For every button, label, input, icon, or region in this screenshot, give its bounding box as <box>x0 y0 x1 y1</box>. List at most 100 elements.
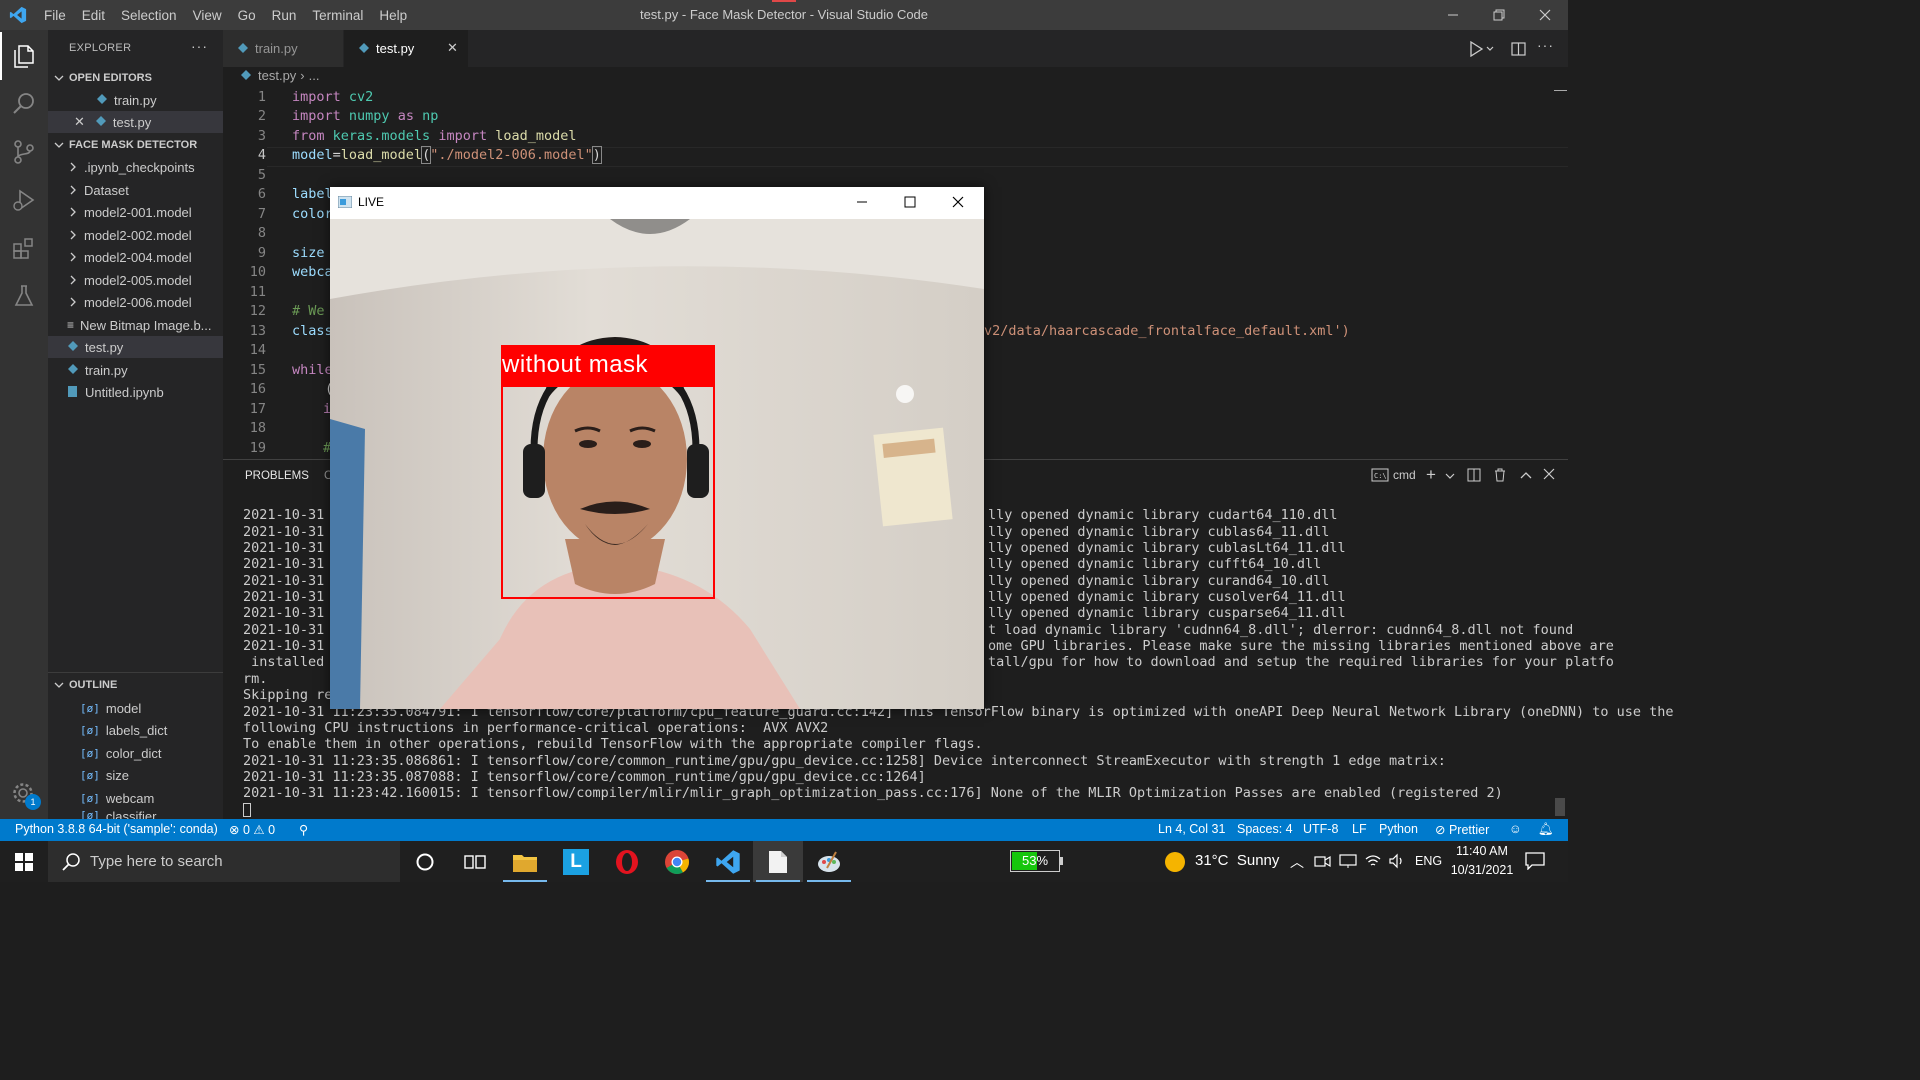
tab-label: train.py <box>255 41 298 56</box>
live-maximize-button[interactable] <box>904 196 916 211</box>
breadcrumb: test.py › ... <box>240 68 319 83</box>
extensions-button[interactable] <box>0 224 48 272</box>
split-editor-button[interactable] <box>1511 41 1527 60</box>
outline-item[interactable]: [ø] size <box>48 764 223 786</box>
folder-item[interactable]: model2-002.model <box>48 224 223 246</box>
volume-icon[interactable] <box>1388 853 1406 872</box>
new-terminal-icon[interactable]: + <box>1426 465 1436 485</box>
clock-time[interactable]: 11:40 AM <box>1447 844 1517 858</box>
keyword: import <box>292 108 341 124</box>
live-minimize-button[interactable] <box>856 195 868 210</box>
chevron-down-icon[interactable] <box>1445 469 1455 484</box>
live-share-icon[interactable]: ⚲ <box>299 822 308 837</box>
chevron-up-icon[interactable] <box>1520 469 1532 484</box>
indentation[interactable]: Spaces: 4 <box>1237 822 1293 836</box>
restore-button[interactable] <box>1476 0 1522 30</box>
live-window-app[interactable] <box>753 841 803 882</box>
cursor-position[interactable]: Ln 4, Col 31 <box>1158 822 1225 836</box>
breadcrumb-symbol[interactable]: ... <box>309 68 320 83</box>
prettier-status[interactable]: ⊘ Prettier <box>1435 822 1489 837</box>
trash-icon[interactable] <box>1493 468 1507 485</box>
split-terminal-icon[interactable] <box>1467 468 1481 485</box>
line-number: 2 <box>257 108 266 124</box>
notebook-file-icon <box>68 386 77 397</box>
line-ending[interactable]: LF <box>1352 822 1367 836</box>
chevron-down-icon <box>54 75 64 81</box>
chrome-app[interactable] <box>652 841 702 882</box>
open-editor-item-active[interactable]: ✕ test.py <box>48 111 223 133</box>
terminal-line: lly opened dynamic library cusolver64_11… <box>988 589 1346 605</box>
action-center-button[interactable] <box>1525 852 1545 873</box>
tab-test-py[interactable]: test.py ✕ <box>344 30 468 67</box>
tab-train-py[interactable]: train.py <box>223 30 343 67</box>
terminal-selector[interactable]: C:\ cmd <box>1371 468 1416 482</box>
encoding[interactable]: UTF-8 <box>1303 822 1338 836</box>
outline-section[interactable]: OUTLINE <box>48 674 223 696</box>
start-button[interactable] <box>0 841 48 882</box>
outline-item[interactable]: [ø] color_dict <box>48 742 223 764</box>
taskbar-search[interactable]: Type here to search <box>48 841 400 882</box>
app-running-indicator <box>807 880 851 882</box>
battery-indicator[interactable]: 53% <box>1010 850 1060 872</box>
python-interpreter[interactable]: Python 3.8.8 64-bit ('sample': conda) <box>15 822 218 836</box>
close-window-button[interactable] <box>1522 0 1568 30</box>
run-debug-button[interactable] <box>0 176 48 224</box>
settings-button[interactable]: 1 <box>0 770 48 818</box>
testing-button[interactable] <box>0 272 48 320</box>
terminal-scrollbar[interactable] <box>1555 798 1565 816</box>
tab-problems[interactable]: PROBLEMS <box>245 470 309 482</box>
file-explorer-app[interactable] <box>500 841 550 882</box>
outline-item[interactable]: [ø] classifier <box>48 809 223 819</box>
text-file-icon: ≡ <box>67 318 75 332</box>
folder-item[interactable]: model2-006.model <box>48 291 223 313</box>
outline-item[interactable]: [ø] model <box>48 697 223 719</box>
explorer-button[interactable] <box>0 32 48 80</box>
folder-item[interactable]: Dataset <box>48 179 223 201</box>
run-file-button[interactable] <box>1469 40 1495 60</box>
bell-icon[interactable]: 🔔︎ <box>1538 822 1554 837</box>
minimize-button[interactable] <box>1430 0 1476 30</box>
bracket: ( <box>421 146 432 164</box>
source-control-button[interactable] <box>0 128 48 176</box>
vscode-app[interactable] <box>703 841 753 882</box>
more-actions-icon[interactable]: ··· <box>191 38 208 54</box>
folder-item[interactable]: model2-004.model <box>48 246 223 268</box>
language-indicator[interactable]: ENG <box>1415 854 1442 868</box>
close-icon[interactable]: ✕ <box>74 114 85 130</box>
close-panel-icon[interactable] <box>1543 468 1555 483</box>
display-icon[interactable] <box>1339 853 1357 872</box>
folder-item[interactable]: model2-001.model <box>48 201 223 223</box>
task-view-button[interactable] <box>450 841 500 882</box>
app-l[interactable]: L <box>551 841 601 882</box>
meet-now-icon[interactable] <box>1314 853 1332 872</box>
terminal-cursor[interactable] <box>243 803 251 817</box>
clock-date[interactable]: 10/31/2021 <box>1442 863 1522 877</box>
folder-item[interactable]: model2-005.model <box>48 269 223 291</box>
paint-app[interactable] <box>804 841 854 882</box>
close-tab-icon[interactable]: ✕ <box>447 40 458 56</box>
folder-item[interactable]: .ipynb_checkpoints <box>48 156 223 178</box>
cortana-button[interactable] <box>400 841 450 882</box>
wifi-icon[interactable] <box>1364 853 1382 872</box>
language-mode[interactable]: Python <box>1379 822 1418 836</box>
outline-item[interactable]: [ø] labels_dict <box>48 719 223 741</box>
open-editors-section[interactable]: OPEN EDITORS <box>48 67 223 89</box>
line-number: 16 <box>249 381 266 397</box>
weather-text[interactable]: 31°C Sunny <box>1195 852 1279 869</box>
opera-app[interactable] <box>602 841 652 882</box>
outline-item[interactable]: [ø] webcam <box>48 787 223 809</box>
file-item[interactable]: Untitled.ipynb <box>48 381 223 403</box>
file-item-active[interactable]: test.py <box>48 336 223 358</box>
feedback-icon[interactable]: ☺ <box>1509 822 1522 836</box>
file-item[interactable]: train.py <box>48 359 223 381</box>
search-button[interactable] <box>0 80 48 128</box>
more-actions-icon[interactable]: ··· <box>1537 37 1554 53</box>
file-item[interactable]: ≡ New Bitmap Image.b... <box>48 314 223 336</box>
live-close-button[interactable] <box>952 196 964 211</box>
open-editor-item[interactable]: train.py <box>48 89 223 111</box>
terminal-line: 2021-10-31 1 <box>243 638 341 654</box>
chevron-up-icon[interactable]: ︿ <box>1290 852 1304 872</box>
breadcrumb-file[interactable]: test.py <box>258 68 296 83</box>
problems-indicator[interactable]: ⊗ 0 ⚠ 0 <box>229 822 275 837</box>
project-section[interactable]: FACE MASK DETECTOR <box>48 134 223 156</box>
